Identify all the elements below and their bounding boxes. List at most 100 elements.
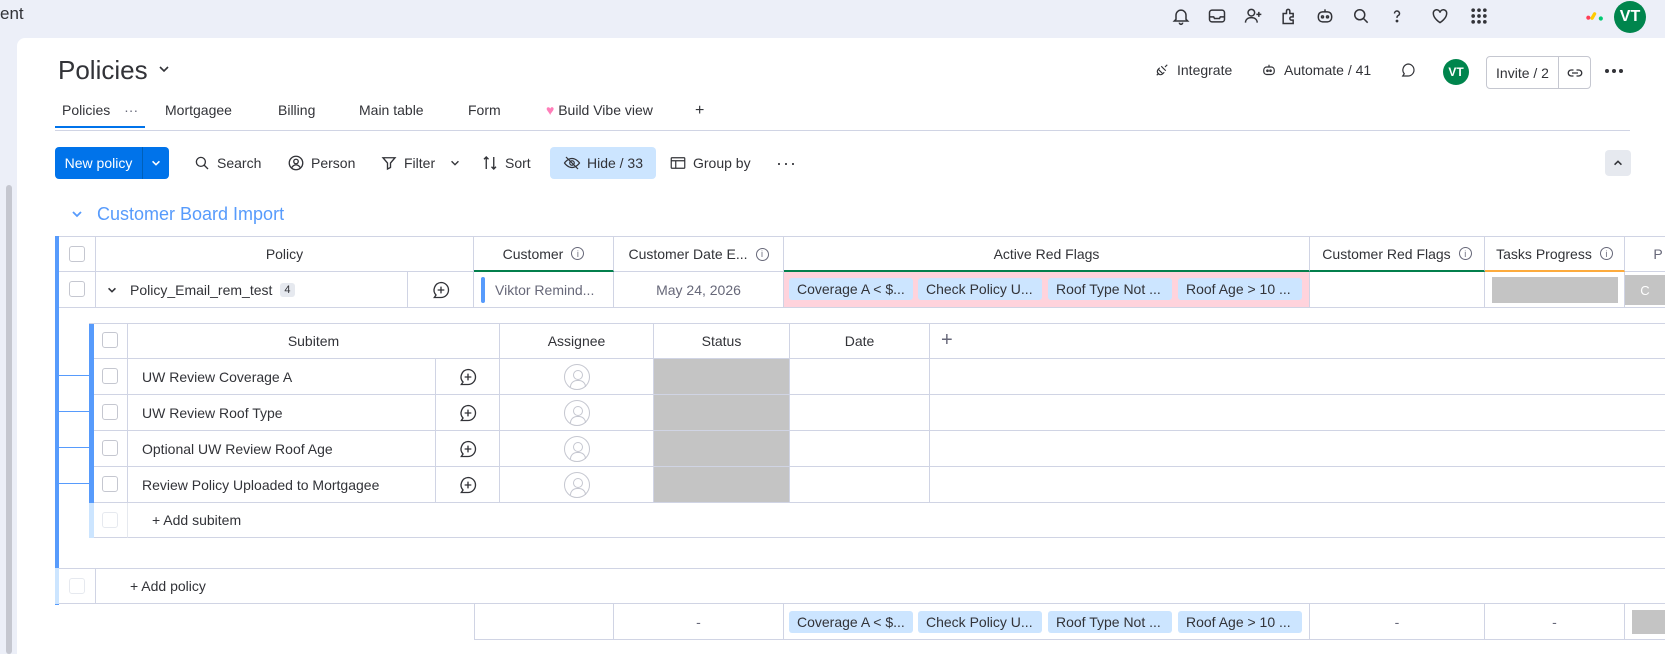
subitem-checkbox[interactable] [102,476,118,492]
item-partial-cell[interactable]: C [1625,272,1665,308]
item-checkbox[interactable] [69,281,85,297]
help-icon[interactable] [1384,3,1410,29]
red-flag-tag[interactable]: Coverage A < $... [789,278,913,300]
subitem-updates-cell[interactable] [436,431,500,467]
heart-icon[interactable] [1427,3,1453,29]
tab-main-table[interactable]: Main table [359,102,424,118]
group-collapse-icon[interactable] [70,207,84,221]
filter-button[interactable]: Filter [380,147,461,179]
subitem-name[interactable]: UW Review Coverage A [128,359,436,395]
select-all-subitems-checkbox[interactable] [102,332,118,348]
hide-columns-button[interactable]: Hide / 33 [550,147,656,179]
subitem-name[interactable]: Review Policy Uploaded to Mortgagee [128,467,436,503]
tab-policies[interactable]: Policies ··· [55,102,145,128]
subitem-column-header-date[interactable]: Date [790,323,930,359]
integrate-button[interactable]: Integrate [1153,61,1232,79]
apps-icon[interactable] [1276,3,1302,29]
tab-options-icon[interactable]: ··· [124,102,138,118]
left-scrollbar[interactable] [6,185,12,654]
automate-button[interactable]: Automate / 41 [1260,61,1371,79]
subitem-updates-cell[interactable] [436,359,500,395]
add-policy-button[interactable]: + Add policy [96,568,1665,604]
column-header-tasks-progress[interactable]: Tasks Progress i [1485,236,1625,272]
item-date-cell[interactable]: May 24, 2026 [614,272,784,308]
tab-billing[interactable]: Billing [278,102,315,118]
red-flag-tag[interactable]: Check Policy U... [918,278,1042,300]
chevron-down-icon[interactable] [157,62,171,76]
column-header-customer-red-flags[interactable]: Customer Red Flags i [1310,236,1485,272]
board-owner-avatar[interactable]: VT [1443,59,1469,85]
column-header-active-red-flags[interactable]: Active Red Flags [784,236,1310,272]
subitem-checkbox[interactable] [102,440,118,456]
item-tasks-progress-cell[interactable] [1485,272,1625,308]
subitem-checkbox[interactable] [102,368,118,384]
subitem-column-header-assignee[interactable]: Assignee [500,323,654,359]
monday-logo-icon[interactable] [1584,3,1606,29]
board-title[interactable]: Policies [58,55,148,86]
column-header-customer-date[interactable]: Customer Date E... i [614,236,784,272]
updates-button[interactable] [1399,61,1417,79]
group-title[interactable]: Customer Board Import [97,204,284,225]
subitem-name[interactable]: Optional UW Review Roof Age [128,431,436,467]
subitem-checkbox[interactable] [102,404,118,420]
collapse-header-button[interactable] [1605,150,1631,176]
subitem-status-cell[interactable] [654,359,790,395]
select-all-checkbox[interactable] [69,246,85,262]
subitem-status-cell[interactable] [654,431,790,467]
new-policy-button[interactable]: New policy [55,147,143,179]
app-grid-icon[interactable] [1466,3,1492,29]
item-customer-red-flags-cell[interactable] [1310,272,1485,308]
info-icon[interactable]: i [571,247,585,260]
subitem-name[interactable]: UW Review Roof Type [128,395,436,431]
subitem-updates-cell[interactable] [436,395,500,431]
group-by-button[interactable]: Group by [669,147,751,179]
subitem-date-cell[interactable] [790,431,930,467]
subitem-assignee-cell[interactable] [500,467,654,503]
subitem-updates-cell[interactable] [436,467,500,503]
sort-button[interactable]: Sort [481,147,531,179]
new-item-dropdown[interactable] [143,147,169,179]
subitem-date-cell[interactable] [790,467,930,503]
add-column-button[interactable]: + [941,329,953,352]
bell-icon[interactable] [1168,3,1194,29]
toolbar-more-button[interactable]: ··· [776,147,797,179]
subitem-assignee-cell[interactable] [500,359,654,395]
inbox-icon[interactable] [1204,3,1230,29]
ai-assistant-icon[interactable] [1312,3,1338,29]
chevron-down-icon[interactable] [449,157,461,169]
subitem-assignee-cell[interactable] [500,395,654,431]
search-button[interactable]: Search [193,147,261,179]
red-flag-tag[interactable]: Roof Type Not ... [1048,278,1172,300]
tab-build-vibe-view[interactable]: ♥ Build Vibe view [546,102,653,118]
board-menu-button[interactable] [1602,61,1626,81]
subitem-assignee-cell[interactable] [500,431,654,467]
red-flag-tag[interactable]: Roof Age > 10 ... [1178,278,1302,300]
customer-value[interactable]: Viktor Remind... [495,282,594,298]
item-customer-cell[interactable]: Viktor Remind... [474,272,614,308]
info-icon[interactable]: i [1599,247,1613,260]
item-updates-cell[interactable] [408,272,474,308]
column-header-policy[interactable]: Policy [96,236,474,272]
copy-link-button[interactable] [1559,57,1590,88]
tab-form[interactable]: Form [468,102,501,118]
column-header-customer[interactable]: Customer i [474,236,614,272]
person-filter-button[interactable]: Person [287,147,355,179]
item-name-cell[interactable]: Policy_Email_rem_test 4 [96,272,408,308]
add-subitem-button[interactable]: + Add subitem [128,503,1665,538]
subitem-date-cell[interactable] [790,395,930,431]
subitem-status-cell[interactable] [654,467,790,503]
expand-subitems-icon[interactable] [106,284,118,296]
invite-members-icon[interactable] [1240,3,1266,29]
tab-mortgagee[interactable]: Mortgagee [165,102,232,118]
subitem-date-cell[interactable] [790,359,930,395]
subitem-column-header-name[interactable]: Subitem [128,323,500,359]
user-avatar[interactable]: VT [1614,1,1646,33]
subitem-status-cell[interactable] [654,395,790,431]
info-icon[interactable]: i [755,247,769,261]
add-view-button[interactable]: + [695,102,704,120]
subitem-column-header-status[interactable]: Status [654,323,790,359]
search-icon[interactable] [1348,3,1374,29]
info-icon[interactable]: i [1458,247,1472,260]
invite-button[interactable]: Invite / 2 [1487,57,1559,88]
item-name[interactable]: Policy_Email_rem_test [130,282,272,298]
